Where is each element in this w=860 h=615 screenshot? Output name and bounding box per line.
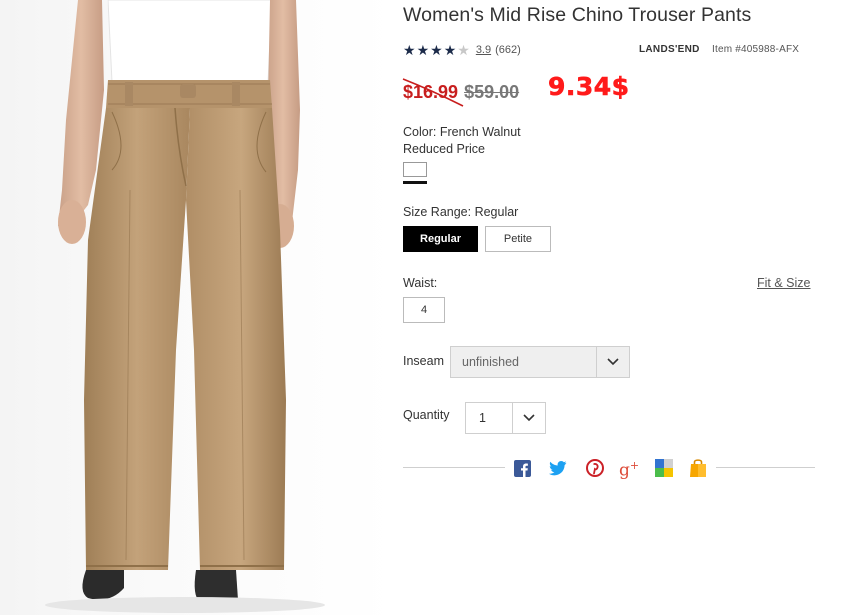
chino-pants-illustration <box>45 0 325 613</box>
color-swatch-french-walnut[interactable] <box>403 162 427 177</box>
share-divider-right <box>716 467 815 468</box>
color-label: Color: French Walnut <box>403 125 521 139</box>
facebook-icon[interactable] <box>512 458 532 478</box>
review-count: (662) <box>495 44 521 56</box>
quantity-selected-value: 1 <box>479 411 486 425</box>
waist-label: Waist: <box>403 276 438 290</box>
size-range-petite-button[interactable]: Petite <box>485 226 551 252</box>
original-price: $59.00 <box>464 81 520 102</box>
inseam-label: Inseam <box>403 354 444 368</box>
brand-logo: LANDS'END <box>639 44 700 55</box>
quantity-select[interactable]: 1 <box>465 402 546 434</box>
quantity-label: Quantity <box>403 408 450 422</box>
twitter-icon[interactable] <box>548 458 568 478</box>
rating-value-link[interactable]: 3.9 <box>476 44 491 56</box>
price-row: $16.99 $59.00 <box>402 77 520 107</box>
star-icon: ★ <box>443 42 457 58</box>
chevron-down-icon[interactable] <box>597 358 629 366</box>
chevron-down-icon[interactable] <box>513 414 545 422</box>
share-divider-left <box>403 467 505 468</box>
product-image <box>0 0 395 615</box>
rating-row[interactable]: ★ ★ ★ ★ ★ 3.9 (662) <box>403 42 521 58</box>
inseam-selected-value: unfinished <box>462 355 519 369</box>
product-title: Women's Mid Rise Chino Trouser Pants <box>403 4 752 26</box>
delicious-icon[interactable] <box>654 458 674 478</box>
star-rating: ★ ★ ★ ★ ★ <box>403 43 470 57</box>
size-range-regular-button[interactable]: Regular <box>403 226 478 252</box>
star-icon: ★ <box>430 42 443 58</box>
pinterest-icon[interactable] <box>585 458 605 478</box>
price-type-label: Reduced Price <box>403 142 485 156</box>
star-empty-icon: ★ <box>457 42 470 58</box>
waist-option-button[interactable]: 4 <box>403 297 445 323</box>
fit-and-size-link[interactable]: Fit & Size <box>757 276 811 290</box>
handdrawn-strike-icon <box>402 77 464 107</box>
shopping-bag-icon[interactable] <box>688 458 708 478</box>
google-plus-icon[interactable]: g+ <box>619 458 639 480</box>
sale-price: $16.99 <box>402 77 464 107</box>
star-icon: ★ <box>403 42 416 58</box>
star-icon: ★ <box>416 42 430 58</box>
item-number: Item #405988-AFX <box>712 44 800 55</box>
inseam-select[interactable]: unfinished <box>450 346 630 378</box>
swatch-selected-indicator <box>403 181 427 184</box>
new-price-annotation: 9.34$ <box>548 72 630 102</box>
size-range-label: Size Range: Regular <box>403 205 519 219</box>
